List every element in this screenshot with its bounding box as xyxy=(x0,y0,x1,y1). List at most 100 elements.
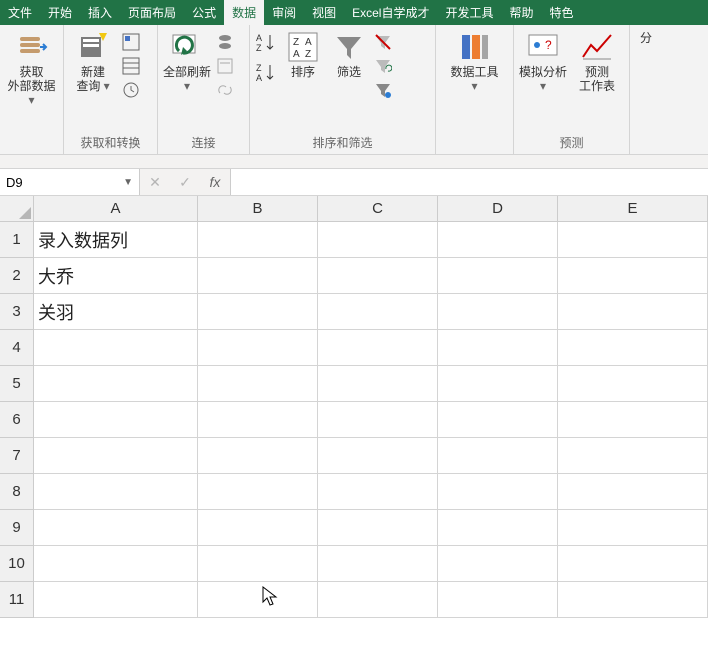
cell-E2[interactable] xyxy=(558,258,708,294)
tab-review[interactable]: 审阅 xyxy=(264,0,304,25)
row-header-11[interactable]: 11 xyxy=(0,582,34,618)
cell-E9[interactable] xyxy=(558,510,708,546)
row-header-7[interactable]: 7 xyxy=(0,438,34,474)
cell-B3[interactable] xyxy=(198,294,318,330)
row-header-8[interactable]: 8 xyxy=(0,474,34,510)
formula-input[interactable] xyxy=(231,169,708,195)
cell-D7[interactable] xyxy=(438,438,558,474)
column-header-B[interactable]: B xyxy=(198,196,318,222)
fx-icon[interactable]: fx xyxy=(200,174,230,190)
cell-E11[interactable] xyxy=(558,582,708,618)
cell-A7[interactable] xyxy=(34,438,198,474)
cell-D10[interactable] xyxy=(438,546,558,582)
row-header-6[interactable]: 6 xyxy=(0,402,34,438)
cell-B7[interactable] xyxy=(198,438,318,474)
cell-A6[interactable] xyxy=(34,402,198,438)
cell-B6[interactable] xyxy=(198,402,318,438)
cell-C3[interactable] xyxy=(318,294,438,330)
cell-C11[interactable] xyxy=(318,582,438,618)
refresh-all-button[interactable]: 全部刷新 xyxy=(162,29,212,95)
edit-links-icon[interactable] xyxy=(216,81,234,99)
cell-B2[interactable] xyxy=(198,258,318,294)
cell-C9[interactable] xyxy=(318,510,438,546)
filter-button[interactable]: 筛选 xyxy=(328,29,370,81)
select-all-corner[interactable] xyxy=(0,196,34,222)
cell-A8[interactable] xyxy=(34,474,198,510)
forecast-sheet-button[interactable]: 预测 工作表 xyxy=(572,29,622,95)
cell-D3[interactable] xyxy=(438,294,558,330)
row-header-9[interactable]: 9 xyxy=(0,510,34,546)
show-queries-icon[interactable] xyxy=(122,33,140,51)
cell-A3[interactable]: 关羽 xyxy=(34,294,198,330)
cell-E4[interactable] xyxy=(558,330,708,366)
cell-A10[interactable] xyxy=(34,546,198,582)
cell-A9[interactable] xyxy=(34,510,198,546)
new-query-button[interactable]: 新建 查询 xyxy=(68,29,118,95)
tab-special[interactable]: 特色 xyxy=(542,0,577,25)
cell-E3[interactable] xyxy=(558,294,708,330)
tab-view[interactable]: 视图 xyxy=(304,0,344,25)
cell-D8[interactable] xyxy=(438,474,558,510)
cell-D1[interactable] xyxy=(438,222,558,258)
cell-E1[interactable] xyxy=(558,222,708,258)
sort-asc-icon[interactable]: AZ xyxy=(254,31,278,55)
cell-D9[interactable] xyxy=(438,510,558,546)
cell-B9[interactable] xyxy=(198,510,318,546)
sort-desc-icon[interactable]: ZA xyxy=(254,61,278,85)
cell-E10[interactable] xyxy=(558,546,708,582)
cell-B10[interactable] xyxy=(198,546,318,582)
subtotal-button[interactable]: 分 xyxy=(634,29,658,47)
tab-help[interactable]: 帮助 xyxy=(502,0,542,25)
advanced-filter-icon[interactable] xyxy=(374,81,392,99)
cell-C6[interactable] xyxy=(318,402,438,438)
get-external-data-button[interactable]: 获取 外部数据 xyxy=(7,29,57,109)
cell-C10[interactable] xyxy=(318,546,438,582)
cell-D2[interactable] xyxy=(438,258,558,294)
tab-file[interactable]: 文件 xyxy=(0,0,40,25)
row-header-4[interactable]: 4 xyxy=(0,330,34,366)
cell-D11[interactable] xyxy=(438,582,558,618)
cell-C8[interactable] xyxy=(318,474,438,510)
sort-button[interactable]: ZAAZ 排序 xyxy=(282,29,324,81)
row-header-10[interactable]: 10 xyxy=(0,546,34,582)
cell-A1[interactable]: 录入数据列 xyxy=(34,222,198,258)
tab-home[interactable]: 开始 xyxy=(40,0,80,25)
row-header-2[interactable]: 2 xyxy=(0,258,34,294)
cell-B4[interactable] xyxy=(198,330,318,366)
column-header-C[interactable]: C xyxy=(318,196,438,222)
cell-A4[interactable] xyxy=(34,330,198,366)
cell-C5[interactable] xyxy=(318,366,438,402)
row-header-5[interactable]: 5 xyxy=(0,366,34,402)
tab-data[interactable]: 数据 xyxy=(224,0,264,25)
tab-devtools[interactable]: 开发工具 xyxy=(437,0,501,25)
cell-A2[interactable]: 大乔 xyxy=(34,258,198,294)
clear-filter-icon[interactable] xyxy=(374,33,392,51)
cell-E6[interactable] xyxy=(558,402,708,438)
data-tools-button[interactable]: 数据工具 xyxy=(450,29,500,95)
cell-E8[interactable] xyxy=(558,474,708,510)
row-header-3[interactable]: 3 xyxy=(0,294,34,330)
name-box-dropdown-icon[interactable]: ▼ xyxy=(123,177,133,188)
cell-D6[interactable] xyxy=(438,402,558,438)
column-header-D[interactable]: D xyxy=(438,196,558,222)
cell-B11[interactable] xyxy=(198,582,318,618)
recent-sources-icon[interactable] xyxy=(122,81,140,99)
tab-formulas[interactable]: 公式 xyxy=(184,0,224,25)
column-header-E[interactable]: E xyxy=(558,196,708,222)
column-header-A[interactable]: A xyxy=(34,196,198,222)
from-table-icon[interactable] xyxy=(122,57,140,75)
cell-D4[interactable] xyxy=(438,330,558,366)
properties-icon[interactable] xyxy=(216,57,234,75)
tab-selfstudy[interactable]: Excel自学成才 xyxy=(344,0,437,25)
reapply-filter-icon[interactable] xyxy=(374,57,392,75)
cell-E5[interactable] xyxy=(558,366,708,402)
cell-E7[interactable] xyxy=(558,438,708,474)
name-box[interactable]: D9 ▼ xyxy=(0,169,140,195)
cell-C2[interactable] xyxy=(318,258,438,294)
tab-layout[interactable]: 页面布局 xyxy=(120,0,184,25)
row-header-1[interactable]: 1 xyxy=(0,222,34,258)
cell-B5[interactable] xyxy=(198,366,318,402)
cell-B1[interactable] xyxy=(198,222,318,258)
cell-A11[interactable] xyxy=(34,582,198,618)
tab-insert[interactable]: 插入 xyxy=(80,0,120,25)
